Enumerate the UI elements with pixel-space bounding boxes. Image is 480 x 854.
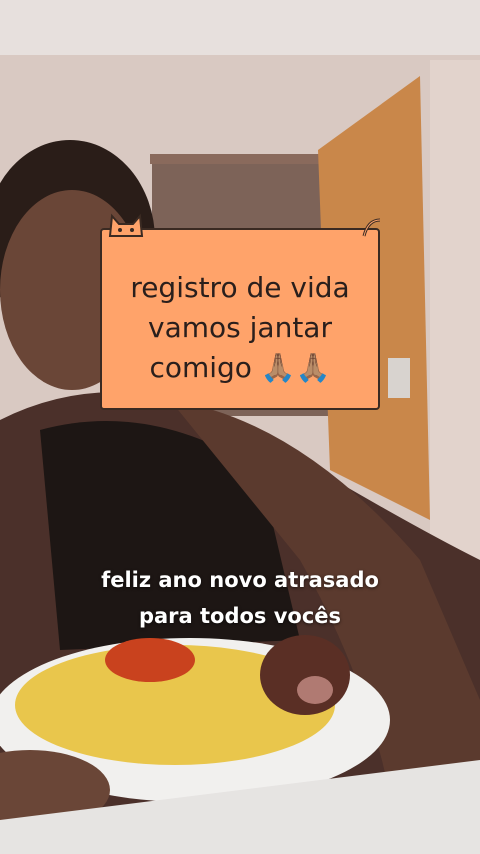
cat-tail-icon — [362, 218, 381, 237]
caption-line-2: para todos vocês — [138, 604, 342, 628]
sticker: registro de vida vamos jantar comigo 🙏🏽🙏… — [100, 213, 381, 410]
meat — [260, 635, 350, 715]
caption: feliz ano novo atrasado para todos vocês — [0, 562, 480, 634]
sticker-text: registro de vida vamos jantar comigo 🙏🏽🙏… — [130, 271, 350, 384]
door-handle — [388, 358, 410, 398]
background-photo — [0, 0, 480, 854]
door-frame — [150, 154, 340, 164]
tomato-sauce — [105, 638, 195, 682]
ceiling — [0, 0, 480, 60]
cat-icon — [108, 213, 144, 237]
caption-line-1: feliz ano novo atrasado — [101, 568, 379, 592]
meat-highlight — [297, 676, 333, 704]
right-wall — [430, 60, 480, 620]
